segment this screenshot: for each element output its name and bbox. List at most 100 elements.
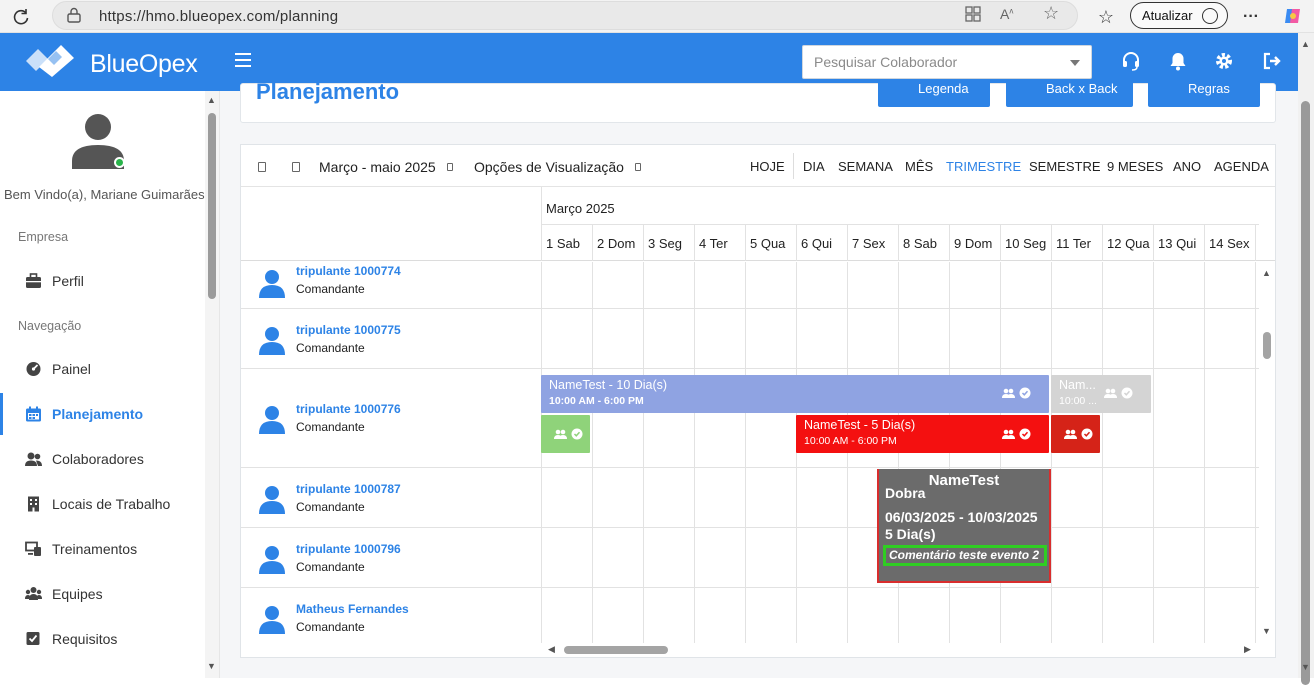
sidebar-item-label: Colaboradores	[52, 451, 144, 467]
event-title: NameTest - 10 Dia(s)	[549, 378, 668, 392]
view-ano[interactable]: ANO	[1173, 159, 1201, 174]
back-x-back-button[interactable]: Back x Back	[1006, 81, 1133, 107]
today-button[interactable]: HOJE	[750, 159, 785, 174]
event-gray-truncated[interactable]: Nam... 10:00 ...	[1051, 375, 1151, 413]
sidebar: Bem Vindo(a), Mariane Guimarães Empresa …	[0, 91, 220, 678]
bell-icon[interactable]	[1168, 51, 1188, 71]
rules-button[interactable]: Regras	[1148, 81, 1260, 107]
crew-row[interactable]: tripulante 1000796 Comandante	[241, 528, 1259, 588]
scroll-down-arrow-icon[interactable]: ▼	[1301, 662, 1310, 672]
day-label: 4 Ter	[699, 236, 728, 251]
team-check-icon	[1002, 428, 1031, 440]
crew-name[interactable]: tripulante 1000774	[296, 264, 401, 278]
sidebar-scroll-thumb[interactable]	[208, 113, 216, 299]
sidebar-scrollbar[interactable]: ▲ ▼	[205, 91, 219, 678]
profile-icon	[1202, 8, 1218, 24]
welcome-text: Bem Vindo(a), Mariane Guimarães	[4, 187, 205, 202]
logout-icon[interactable]	[1262, 51, 1282, 71]
sidebar-item-planejamento[interactable]: Planejamento	[0, 393, 205, 435]
view-options[interactable]: Opções de Visualização	[474, 159, 624, 175]
read-aloud-icon[interactable]: Aʌ	[1000, 6, 1013, 22]
more-menu-icon[interactable]: ···	[1240, 6, 1262, 28]
calendar-hscroll-thumb[interactable]	[564, 646, 668, 654]
scroll-down-arrow-icon[interactable]: ▼	[207, 661, 216, 671]
sidebar-item-painel[interactable]: Painel	[0, 348, 205, 390]
update-button[interactable]: Atualizar	[1130, 2, 1228, 29]
collaborator-search[interactable]	[802, 45, 1092, 79]
chevron-down-icon[interactable]	[1070, 60, 1080, 66]
scroll-up-arrow-icon[interactable]: ▲	[207, 95, 216, 105]
sidebar-item-colaboradores[interactable]: Colaboradores	[0, 438, 205, 480]
team-icon	[25, 587, 42, 600]
crew-row[interactable]: tripulante 1000775 Comandante	[241, 309, 1259, 369]
date-range[interactable]: Março - maio 2025	[319, 159, 436, 175]
legend-button[interactable]: Legenda	[878, 81, 990, 107]
sidebar-item-label: Locais de Trabalho	[52, 496, 171, 512]
view-9-meses[interactable]: 9 MESES	[1107, 159, 1163, 174]
scroll-left-arrow-icon[interactable]: ◀	[548, 644, 555, 655]
prev-icon[interactable]	[258, 162, 266, 172]
next-icon[interactable]	[292, 162, 300, 172]
sidebar-item-perfil[interactable]: Perfil	[0, 260, 205, 302]
refresh-icon[interactable]	[10, 6, 32, 28]
favorite-star-icon[interactable]: ☆	[1043, 3, 1059, 24]
scroll-down-arrow-icon[interactable]: ▼	[1262, 626, 1271, 636]
view-semana[interactable]: SEMANA	[838, 159, 893, 174]
day-label: 2 Dom	[597, 236, 636, 251]
crew-name[interactable]: tripulante 1000787	[296, 482, 401, 496]
scroll-up-arrow-icon[interactable]: ▲	[1301, 39, 1310, 49]
crew-row[interactable]: Matheus Fernandes Comandante	[241, 588, 1259, 643]
scroll-up-arrow-icon[interactable]: ▲	[1262, 268, 1271, 278]
event-nametest-10-days[interactable]: NameTest - 10 Dia(s) 10:00 AM - 6:00 PM	[541, 375, 1049, 413]
gear-icon[interactable]	[1214, 51, 1234, 71]
sidebar-item-requisitos[interactable]: Requisitos	[0, 618, 205, 660]
window-scroll-thumb[interactable]	[1301, 101, 1310, 685]
grid-line	[745, 224, 746, 261]
crew-name[interactable]: Matheus Fernandes	[296, 602, 409, 616]
crew-name[interactable]: tripulante 1000796	[296, 542, 401, 556]
sidebar-item-label: Perfil	[52, 273, 84, 289]
view-dia[interactable]: DIA	[803, 159, 825, 174]
section-company-label: Empresa	[18, 230, 69, 244]
crew-role: Comandante	[296, 500, 365, 514]
sidebar-item-equipes[interactable]: Equipes	[0, 573, 205, 615]
sidebar-item-treinamentos[interactable]: Treinamentos	[0, 528, 205, 570]
calendar-horizontal-scrollbar[interactable]: ◀ ▶	[541, 643, 1259, 657]
scroll-right-arrow-icon[interactable]: ▶	[1244, 644, 1251, 655]
event-title: Nam...	[1059, 378, 1096, 392]
view-mes[interactable]: MÊS	[905, 159, 933, 174]
copilot-icon[interactable]	[1282, 6, 1304, 28]
event-darkred[interactable]	[1051, 415, 1100, 453]
grid-line	[1255, 224, 1256, 261]
headset-icon[interactable]	[1121, 51, 1141, 71]
crew-row[interactable]: tripulante 1000787 Comandante	[241, 468, 1259, 528]
view-options-dropdown-icon[interactable]	[635, 163, 641, 171]
person-avatar-icon	[259, 327, 285, 355]
sidebar-item-label: Requisitos	[52, 631, 118, 647]
day-label: 12 Qua	[1107, 236, 1150, 251]
crew-row[interactable]: tripulante 1000774 Comandante	[241, 262, 1259, 309]
view-semestre[interactable]: SEMESTRE	[1029, 159, 1101, 174]
search-input[interactable]	[814, 47, 1054, 77]
calendar-vertical-scrollbar[interactable]: ▲ ▼	[1259, 262, 1275, 643]
address-bar[interactable]: https://hmo.blueopex.com/planning Aʌ ☆	[52, 1, 1078, 30]
crew-name[interactable]: tripulante 1000776	[296, 402, 401, 416]
event-title: NameTest - 5 Dia(s)	[804, 418, 916, 432]
apps-icon[interactable]	[965, 6, 981, 26]
view-trimestre[interactable]: TRIMESTRE	[946, 159, 1021, 174]
day-label: 5 Qua	[750, 236, 786, 251]
crew-name[interactable]: tripulante 1000775	[296, 323, 401, 337]
date-range-dropdown-icon[interactable]	[447, 163, 453, 171]
event-green[interactable]	[541, 415, 590, 453]
day-label: 11 Ter	[1056, 236, 1091, 251]
back-x-back-label: Back x Back	[1046, 81, 1118, 96]
view-agenda[interactable]: AGENDA	[1214, 159, 1269, 174]
calendar-vscroll-thumb[interactable]	[1263, 332, 1271, 359]
page-title: Planejamento	[256, 79, 400, 104]
sidebar-item-locais-de-trabalho[interactable]: Locais de Trabalho	[0, 483, 205, 525]
menu-toggle-icon[interactable]	[235, 53, 251, 67]
window-scrollbar[interactable]: ▲ ▼	[1298, 33, 1314, 685]
favorites-icon[interactable]: ☆	[1095, 6, 1117, 28]
timeline-header: Março 2025 1 Sab 2 Dom 3 Seg 4 Ter 5 Qua 6 Qu…	[241, 187, 1275, 261]
event-nametest-5-days[interactable]: NameTest - 5 Dia(s) 10:00 AM - 6:00 PM	[796, 415, 1049, 453]
